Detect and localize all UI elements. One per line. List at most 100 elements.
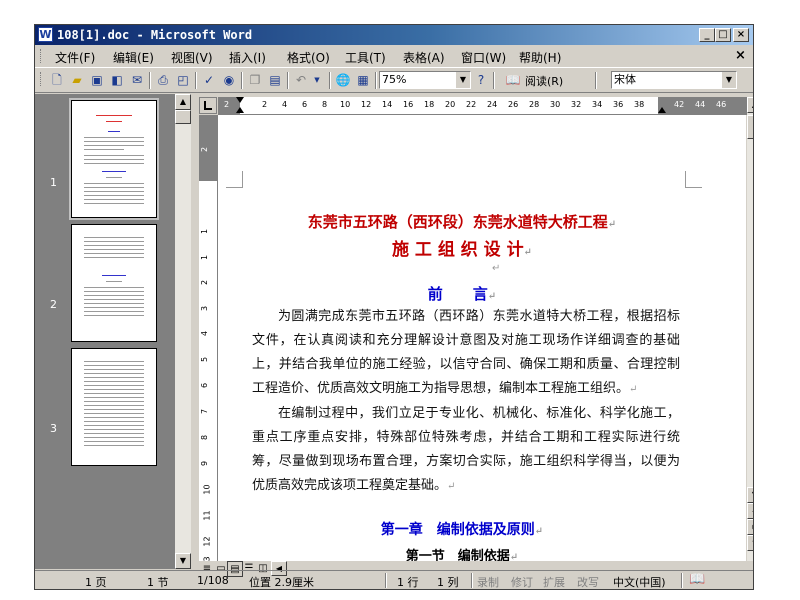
table-icon[interactable]: ▦ (355, 72, 371, 88)
status-track[interactable]: 修订 (511, 574, 533, 589)
save-icon[interactable]: ▣ (89, 72, 105, 88)
page-thumbnail-2[interactable] (71, 224, 157, 342)
print-preview-icon[interactable]: ◰ (175, 72, 191, 88)
previous-page-button[interactable]: ⏶ (747, 503, 753, 519)
status-position: 位置 2.9厘米 (249, 576, 314, 589)
print-icon[interactable]: ⎙ (155, 72, 171, 88)
page-thumbnail-3[interactable] (71, 348, 157, 466)
next-page-button[interactable]: ⏷ (747, 535, 753, 551)
zoom-combo[interactable]: 75% ▼ (379, 71, 471, 89)
menu-file[interactable]: 文件(F) (55, 49, 95, 66)
ruler-tick: 22 (466, 100, 477, 109)
font-combo[interactable]: 宋体 ▼ (611, 71, 737, 89)
document-title: 东莞市五环路（西环段）东莞水道特大桥工程↵ (307, 213, 617, 231)
scroll-up-button[interactable]: ▲ (747, 97, 753, 113)
toolbar-grip[interactable] (40, 72, 44, 86)
menu-help[interactable]: 帮助(H) (519, 49, 561, 66)
maximize-button[interactable]: □ (715, 28, 731, 42)
status-line: 1 行 (397, 576, 419, 589)
scroll-up-button[interactable]: ▲ (175, 94, 191, 110)
spelling-icon[interactable]: ✓ (201, 72, 217, 88)
scroll-thumb[interactable] (175, 110, 191, 124)
menu-insert[interactable]: 插入(I) (229, 49, 266, 66)
menu-window[interactable]: 窗口(W) (461, 49, 506, 66)
ruler-tick: 34 (592, 100, 603, 109)
menu-grip[interactable] (40, 49, 44, 63)
new-icon[interactable]: 🗋 (49, 72, 65, 88)
ruler-tick: 5 (200, 356, 210, 363)
help-icon[interactable]: ? (473, 72, 489, 88)
ruler-tick: 10 (340, 100, 351, 109)
document-page[interactable]: 东莞市五环路（西环段）东莞水道特大桥工程↵ 施 工 组 织 设 计↵ ↵ 前 言… (218, 115, 746, 561)
scroll-thumb[interactable] (747, 115, 753, 139)
status-column: 1 列 (437, 576, 459, 589)
undo-dropdown-icon[interactable]: ▼ (309, 72, 325, 88)
ruler-tick: 2 (200, 146, 210, 153)
close-button[interactable]: × (733, 28, 749, 42)
status-separator (385, 573, 387, 588)
read-button[interactable]: 阅读(R) (525, 73, 563, 89)
toolbar-separator (375, 72, 377, 89)
open-icon[interactable]: ▰ (69, 72, 85, 88)
title-bar[interactable]: W 108[1].doc - Microsoft Word _ □ × (35, 25, 753, 45)
page-thumbnail-1[interactable] (69, 98, 159, 220)
section-heading: 第一节 编制依据↵ (405, 549, 519, 561)
ruler-tick: 20 (445, 100, 456, 109)
indent-marker[interactable] (236, 97, 244, 113)
status-extend[interactable]: 扩展 (543, 574, 565, 589)
undo-icon[interactable]: ↶ (293, 72, 309, 88)
research-icon[interactable]: ◉ (221, 72, 237, 88)
chevron-down-icon[interactable]: ▼ (722, 72, 736, 88)
scroll-down-button[interactable]: ▼ (747, 487, 753, 503)
paragraph-mark: ↵ (492, 263, 501, 274)
thumbnail-scrollbar[interactable]: ▲ ▼ (175, 94, 191, 569)
scroll-down-button[interactable]: ▼ (175, 553, 191, 569)
ruler-tick: 10 (202, 484, 212, 495)
read-icon[interactable]: 📖 (505, 72, 521, 88)
ruler-tick: 2 (262, 100, 268, 109)
document-subtitle: 施 工 组 织 设 计↵ (392, 240, 532, 260)
ruler-tick: 9 (200, 460, 210, 467)
hyperlink-icon[interactable]: 🌐 (335, 72, 351, 88)
email-icon[interactable]: ✉ (129, 72, 145, 88)
menu-view[interactable]: 视图(V) (171, 49, 213, 66)
ruler-tick: 42 (674, 100, 685, 109)
menu-tools[interactable]: 工具(T) (345, 49, 386, 66)
ruler-tick: 44 (695, 100, 706, 109)
document-scrollbar[interactable]: ▲ ▼ ⏶ ○ ⏷ (747, 97, 753, 561)
doc-close-button[interactable]: × (735, 48, 746, 63)
status-language: 中文(中国) (613, 576, 666, 589)
ruler-tick: 7 (200, 408, 210, 415)
horizontal-ruler[interactable]: 2 2 4 6 8 10 12 14 16 18 20 22 24 26 28 … (218, 97, 747, 115)
zoom-value: 75% (382, 73, 407, 86)
spelling-status-icon[interactable]: 📖 (689, 572, 705, 587)
status-rec[interactable]: 录制 (477, 574, 499, 589)
font-value: 宋体 (614, 73, 636, 86)
browse-object-button[interactable]: ○ (747, 519, 753, 535)
right-indent-marker[interactable] (658, 107, 666, 113)
minimize-button[interactable]: _ (699, 28, 715, 42)
menu-edit[interactable]: 编辑(E) (113, 49, 154, 66)
ruler-tick: 32 (571, 100, 582, 109)
menu-format[interactable]: 格式(O) (287, 49, 330, 66)
standard-toolbar: 🗋 ▰ ▣ ◧ ✉ ⎙ ◰ ✓ ◉ ❐ ▤ ↶ ▼ 🌐 ▦ 75% ▼ ? 📖 … (35, 67, 753, 93)
toolbar-separator (287, 72, 289, 89)
permission-icon[interactable]: ◧ (109, 72, 125, 88)
ruler-tick: 2 (224, 100, 230, 109)
ruler-tick: 12 (361, 100, 372, 109)
status-overtype[interactable]: 改写 (577, 574, 599, 589)
ruler-tick: 11 (202, 510, 212, 521)
word-app-icon[interactable]: W (38, 27, 53, 42)
status-separator (471, 573, 473, 588)
status-page-count: 1/108 (197, 574, 229, 587)
paste-icon[interactable]: ▤ (267, 72, 283, 88)
vertical-ruler[interactable]: 2 1 1 2 3 4 5 6 7 8 9 10 11 12 13 (199, 115, 218, 561)
ruler-tick: 12 (202, 536, 212, 547)
ruler-tick: 28 (529, 100, 540, 109)
copy-icon[interactable]: ❐ (247, 72, 263, 88)
ruler-tick: 24 (487, 100, 498, 109)
word-window: W 108[1].doc - Microsoft Word _ □ × 文件(F… (34, 24, 754, 590)
chevron-down-icon[interactable]: ▼ (456, 72, 470, 88)
menu-table[interactable]: 表格(A) (403, 49, 445, 66)
tab-selector-button[interactable] (199, 97, 217, 114)
